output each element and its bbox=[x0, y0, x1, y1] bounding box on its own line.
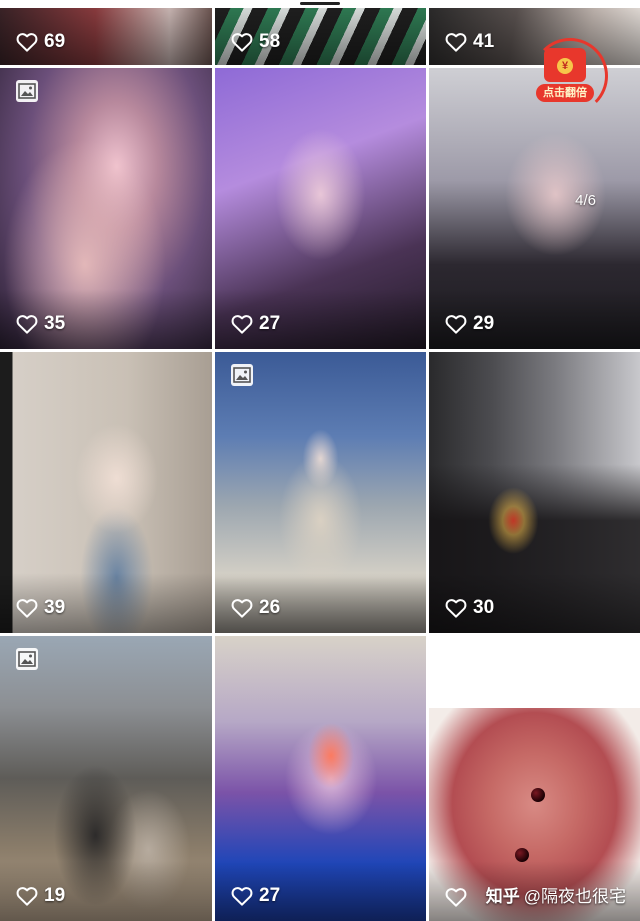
heart-icon bbox=[231, 314, 253, 334]
heart-icon bbox=[231, 32, 253, 52]
like-count-value: 27 bbox=[259, 885, 281, 906]
like-count-value: 26 bbox=[259, 597, 281, 618]
post-card[interactable]: 58 bbox=[215, 8, 426, 65]
like-count[interactable]: 69 bbox=[16, 31, 65, 53]
post-card[interactable]: 27 bbox=[215, 636, 426, 921]
heart-icon bbox=[445, 598, 467, 618]
like-count[interactable]: 29 bbox=[445, 313, 494, 335]
watermark-author: @隔夜也很宅 bbox=[523, 887, 626, 906]
heart-icon bbox=[445, 32, 467, 52]
piercing-bead bbox=[531, 788, 545, 802]
post-card[interactable]: 4/6 29 bbox=[429, 68, 640, 349]
like-count[interactable]: 26 bbox=[231, 597, 280, 619]
heart-icon bbox=[16, 314, 38, 334]
like-count-value: 29 bbox=[473, 313, 495, 334]
heart-icon bbox=[231, 886, 253, 906]
heart-icon bbox=[445, 887, 467, 907]
like-count[interactable] bbox=[445, 887, 473, 907]
like-count[interactable]: 39 bbox=[16, 597, 65, 619]
like-count[interactable]: 41 bbox=[445, 31, 494, 53]
post-grid: 69 58 41 35 27 4/6 29 39 26 30 19 27 bbox=[0, 0, 640, 921]
heart-icon bbox=[231, 598, 253, 618]
like-count[interactable]: 27 bbox=[231, 313, 280, 335]
like-count[interactable]: 30 bbox=[445, 597, 494, 619]
like-count-value: 58 bbox=[259, 31, 281, 52]
post-card[interactable] bbox=[429, 636, 640, 921]
post-card[interactable]: 27 bbox=[215, 68, 426, 349]
like-count[interactable]: 27 bbox=[231, 885, 280, 907]
like-count[interactable]: 35 bbox=[16, 313, 65, 335]
like-count-value: 39 bbox=[44, 597, 66, 618]
like-count[interactable]: 19 bbox=[16, 885, 65, 907]
heart-icon bbox=[16, 886, 38, 906]
heart-icon bbox=[16, 32, 38, 52]
image-post-badge-icon bbox=[16, 80, 38, 102]
post-card[interactable]: 41 bbox=[429, 8, 640, 65]
coin-icon: ¥ bbox=[557, 58, 573, 74]
heart-icon bbox=[445, 314, 467, 334]
red-packet-label: 点击翻倍 bbox=[536, 84, 594, 102]
image-post-badge-icon bbox=[16, 648, 38, 670]
like-count-value: 41 bbox=[473, 31, 495, 52]
post-card[interactable]: 26 bbox=[215, 352, 426, 633]
red-packet-button[interactable]: ¥ 点击翻倍 bbox=[532, 38, 608, 114]
heart-icon bbox=[16, 598, 38, 618]
post-card[interactable]: 35 bbox=[0, 68, 212, 349]
carousel-counter: 4/6 bbox=[575, 192, 596, 209]
like-count-value: 35 bbox=[44, 313, 66, 334]
like-count-value: 27 bbox=[259, 313, 281, 334]
like-count-value: 69 bbox=[44, 31, 66, 52]
like-count-value: 30 bbox=[473, 597, 495, 618]
zhihu-watermark: 知乎 @隔夜也很宅 bbox=[486, 882, 626, 907]
post-card[interactable]: 69 bbox=[0, 8, 212, 65]
watermark-site: 知乎 bbox=[485, 887, 520, 906]
image-post-badge-icon bbox=[231, 364, 253, 386]
piercing-bead bbox=[515, 848, 529, 862]
like-count[interactable]: 58 bbox=[231, 31, 280, 53]
post-card[interactable]: 19 bbox=[0, 636, 212, 921]
post-card[interactable]: 39 bbox=[0, 352, 212, 633]
like-count-value: 19 bbox=[44, 885, 66, 906]
post-card[interactable]: 30 bbox=[429, 352, 640, 633]
